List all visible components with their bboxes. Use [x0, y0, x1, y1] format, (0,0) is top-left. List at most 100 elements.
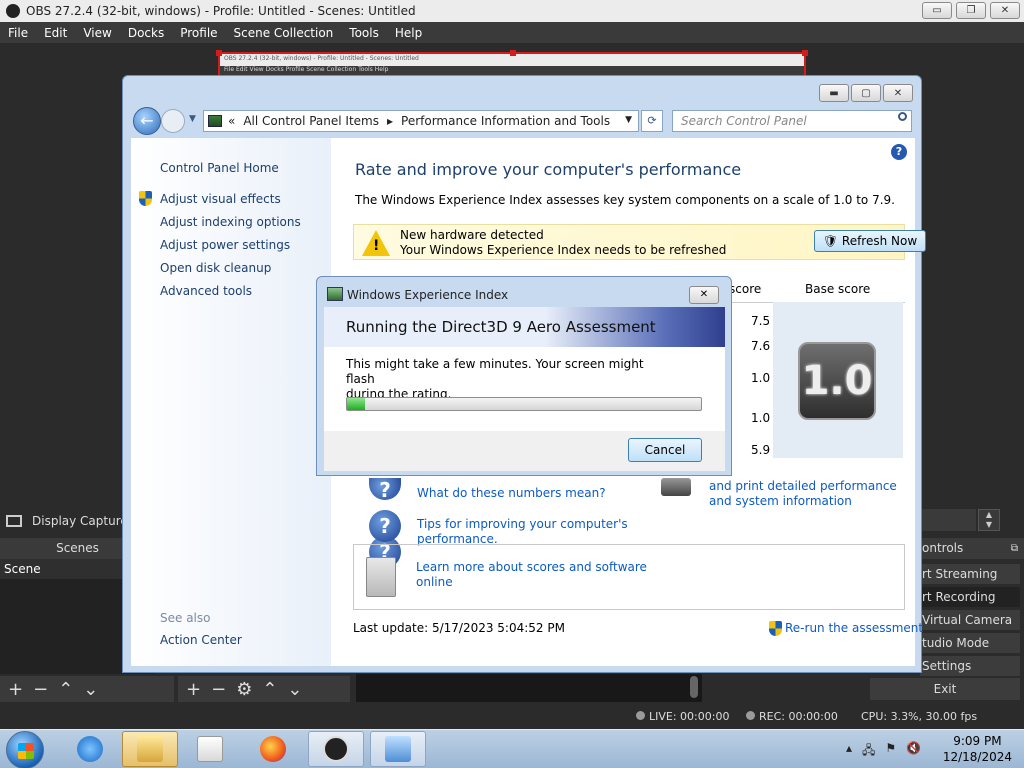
wei-banner: Running the Direct3D 9 Aero Assessment [324, 307, 725, 347]
action-center-flag-icon[interactable]: ⚑ [885, 741, 896, 762]
breadcrumb-all-items[interactable]: All Control Panel Items [243, 114, 379, 128]
menu-profile[interactable]: Profile [172, 26, 225, 40]
address-dropdown-icon[interactable]: ▼ [625, 115, 632, 125]
taskbar-ie[interactable] [62, 731, 118, 767]
breadcrumb-performance[interactable]: Performance Information and Tools [401, 114, 610, 128]
clock-date: 12/18/2024 [942, 750, 1012, 764]
wei-dialog-title: Windows Experience Index [347, 288, 509, 302]
search-icon[interactable] [898, 112, 907, 121]
obs-close-button[interactable]: ✕ [990, 2, 1020, 19]
menu-help[interactable]: Help [387, 26, 430, 40]
help-question-icon: ? [369, 478, 401, 502]
start-button[interactable] [6, 731, 44, 768]
move-up-icon[interactable]: ⌃ [58, 679, 73, 700]
control-panel-home-link[interactable]: Control Panel Home [160, 161, 279, 175]
see-also-label: See also [160, 611, 211, 625]
adjust-visual-effects-link[interactable]: Adjust visual effects [160, 192, 281, 206]
taskbar-firefox[interactable] [245, 731, 301, 767]
taskbar-explorer[interactable] [122, 731, 178, 767]
clock-time: 9:09 PM [953, 734, 1002, 748]
show-hidden-icons-icon[interactable]: ▴ [846, 741, 852, 762]
refresh-icon[interactable]: ⟳ [641, 110, 663, 132]
spinner-icon[interactable]: ▲ ▼ [978, 509, 1000, 531]
uac-shield-icon: 🛡 [822, 234, 839, 248]
settings-button[interactable]: Settings [920, 656, 1020, 676]
recent-pages-icon[interactable]: ▼ [189, 114, 196, 124]
add-scene-icon[interactable]: + [8, 679, 23, 700]
action-center-link[interactable]: Action Center [160, 633, 242, 647]
breadcrumb-separator-icon[interactable]: ▸ [387, 114, 393, 128]
display-capture-source-preview[interactable]: OBS 27.2.4 (32-bit, windows) - Profile: … [216, 50, 808, 76]
gear-icon[interactable]: ⚙ [236, 679, 252, 700]
start-streaming-button[interactable]: rt Streaming [920, 564, 1020, 584]
cp-close-button[interactable]: ✕ [883, 84, 913, 102]
base-score-header: Base score [805, 282, 871, 296]
internet-explorer-icon [77, 736, 103, 762]
menu-edit[interactable]: Edit [36, 26, 75, 40]
obs-title-bar: OBS 27.2.4 (32-bit, windows) - Profile: … [0, 0, 1024, 22]
print-details-link-line2[interactable]: and system information [709, 494, 852, 509]
dock-float-icon[interactable]: ⧉ [1011, 538, 1018, 559]
taskbar-control-panel[interactable] [370, 731, 426, 767]
cp-maximize-button[interactable]: ▢ [851, 84, 881, 102]
wei-close-button[interactable]: ✕ [689, 286, 719, 304]
resize-handle[interactable] [216, 50, 222, 56]
move-up-icon[interactable]: ⌃ [262, 679, 277, 700]
taskbar-obs[interactable] [308, 731, 364, 767]
print-details-link-line1[interactable]: and print detailed performance [709, 479, 897, 494]
volume-muted-icon[interactable]: 🔇 [906, 741, 921, 762]
windows-logo-icon [18, 743, 34, 759]
source-property-field[interactable] [920, 509, 976, 531]
resize-handle[interactable] [510, 50, 516, 56]
menu-view[interactable]: View [75, 26, 119, 40]
learn-more-link-line2[interactable]: online [416, 575, 453, 590]
mixer-scrollbar[interactable] [690, 676, 698, 698]
forward-button[interactable] [161, 109, 185, 133]
system-tray: ▴ 🖧 ⚑ 🔇 [846, 741, 921, 762]
search-input[interactable]: Search Control Panel [672, 110, 912, 132]
add-source-icon[interactable]: + [186, 679, 201, 700]
subscore-value: 7.6 [751, 339, 771, 353]
remove-source-icon[interactable]: − [211, 679, 226, 700]
help-icon[interactable]: ? [891, 144, 907, 160]
cancel-button[interactable]: Cancel [628, 438, 702, 462]
menu-docks[interactable]: Docks [120, 26, 172, 40]
start-recording-button[interactable]: rt Recording [920, 587, 1020, 607]
obs-minimize-button[interactable]: ▭ [922, 2, 952, 19]
studio-mode-button[interactable]: tudio Mode [920, 633, 1020, 653]
advanced-tools-link[interactable]: Advanced tools [160, 284, 252, 298]
numbers-meaning-link[interactable]: What do these numbers mean? [417, 486, 606, 501]
network-icon[interactable]: 🖧 [862, 741, 875, 762]
tips-link-line1[interactable]: Tips for improving your computer's [417, 517, 628, 532]
resize-handle[interactable] [802, 50, 808, 56]
media-player-icon [197, 736, 223, 762]
obs-maximize-button[interactable]: ❐ [956, 2, 986, 19]
menu-file[interactable]: File [0, 26, 36, 40]
learn-more-link-line1[interactable]: Learn more about scores and software [416, 560, 647, 575]
virtual-camera-button[interactable]: Virtual Camera [920, 610, 1020, 630]
controls-header-label: ontrols [922, 541, 964, 555]
remove-scene-icon[interactable]: − [33, 679, 48, 700]
menu-scene-collection[interactable]: Scene Collection [226, 26, 342, 40]
help-question-icon: ? [369, 510, 401, 542]
disk-cleanup-link[interactable]: Open disk cleanup [160, 261, 271, 275]
back-button[interactable]: ← [133, 107, 161, 135]
cpu-status: CPU: 3.3%, 30.00 fps [861, 710, 978, 723]
learn-more-panel: Learn more about scores and software onl… [353, 544, 905, 610]
obs-status-bar: LIVE: 00:00:00 REC: 00:00:00 CPU: 3.3%, … [0, 704, 1024, 729]
breadcrumb-root[interactable]: « [228, 114, 235, 128]
taskbar-media-player[interactable] [182, 731, 238, 767]
adjust-power-link[interactable]: Adjust power settings [160, 238, 290, 252]
adjust-indexing-link[interactable]: Adjust indexing options [160, 215, 301, 229]
obs-icon [323, 736, 349, 762]
page-title: Rate and improve your computer's perform… [355, 160, 742, 179]
move-down-icon[interactable]: ⌄ [287, 679, 302, 700]
cp-minimize-button[interactable]: ▬ [819, 84, 849, 102]
refresh-now-button[interactable]: 🛡 Refresh Now [814, 230, 926, 252]
menu-tools[interactable]: Tools [341, 26, 387, 40]
rerun-assessment-link[interactable]: Re-run the assessment [785, 621, 923, 635]
address-bar[interactable]: « All Control Panel Items ▸ Performance … [203, 110, 639, 132]
move-down-icon[interactable]: ⌄ [83, 679, 98, 700]
exit-button[interactable]: Exit [870, 678, 1020, 700]
clock[interactable]: 9:09 PM 12/18/2024 [943, 733, 1012, 765]
